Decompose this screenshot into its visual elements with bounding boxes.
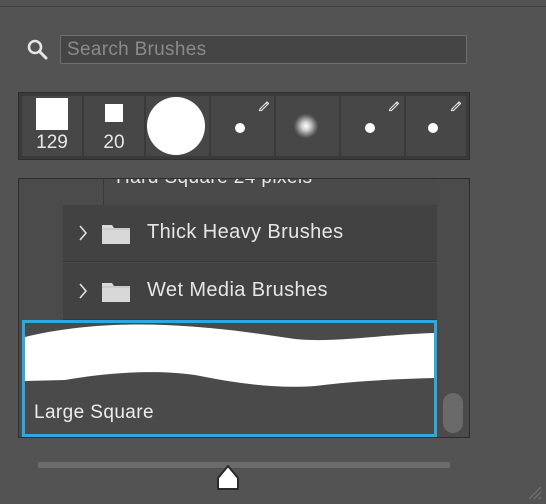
brush-presets-strip: 129 20 (18, 92, 470, 160)
preset-small-dot[interactable] (211, 96, 274, 156)
preset-small-dot[interactable] (406, 96, 466, 156)
brush-group-label: Wet Media Brushes (147, 279, 328, 301)
folder-icon (102, 225, 130, 244)
round-tip-icon (147, 97, 205, 155)
chevron-right-icon[interactable] (77, 282, 89, 300)
preset-size-label: 20 (103, 132, 125, 153)
selected-brush-item[interactable]: Large Square (22, 320, 437, 437)
search-input[interactable] (61, 36, 466, 63)
pencil-icon (450, 101, 462, 112)
square-tip-icon (36, 98, 68, 130)
brush-group-label: Thick Heavy Brushes (147, 221, 344, 243)
preset-hard-square-20[interactable]: 20 (84, 96, 144, 156)
square-tip-icon (105, 104, 123, 122)
preset-hard-square-129[interactable]: 129 (22, 96, 82, 156)
preset-hard-round[interactable] (146, 96, 209, 156)
soft-round-tip-icon (294, 114, 318, 138)
size-slider-thumb[interactable] (215, 464, 241, 492)
pencil-icon (388, 101, 400, 112)
preset-soft-round[interactable] (276, 96, 339, 156)
list-item[interactable]: Hard Square 24 pixels (103, 179, 438, 206)
size-slider-track[interactable] (38, 462, 450, 468)
brush-group-thick-heavy[interactable]: Thick Heavy Brushes (63, 205, 437, 262)
brush-item-label: Hard Square 24 pixels (116, 179, 312, 189)
brush-list: Hard Square 24 pixels Thick Heavy Brushe… (18, 178, 470, 438)
resize-grip-icon[interactable] (526, 484, 542, 500)
search-icon (27, 39, 48, 60)
dot-tip-icon (365, 123, 375, 133)
folder-icon (102, 283, 130, 302)
preset-small-dot[interactable] (341, 96, 404, 156)
chevron-right-icon[interactable] (77, 224, 89, 242)
brush-stroke-preview (25, 324, 434, 387)
brush-name: Large Square (34, 402, 154, 423)
dot-tip-icon (235, 123, 245, 133)
preset-size-label: 129 (36, 132, 68, 153)
search-field[interactable] (60, 35, 467, 64)
brush-group-wet-media[interactable]: Wet Media Brushes (63, 263, 437, 320)
top-divider (0, 6, 546, 7)
dot-tip-icon (428, 123, 438, 133)
pencil-icon (258, 101, 270, 112)
scrollbar-thumb[interactable] (443, 393, 463, 433)
